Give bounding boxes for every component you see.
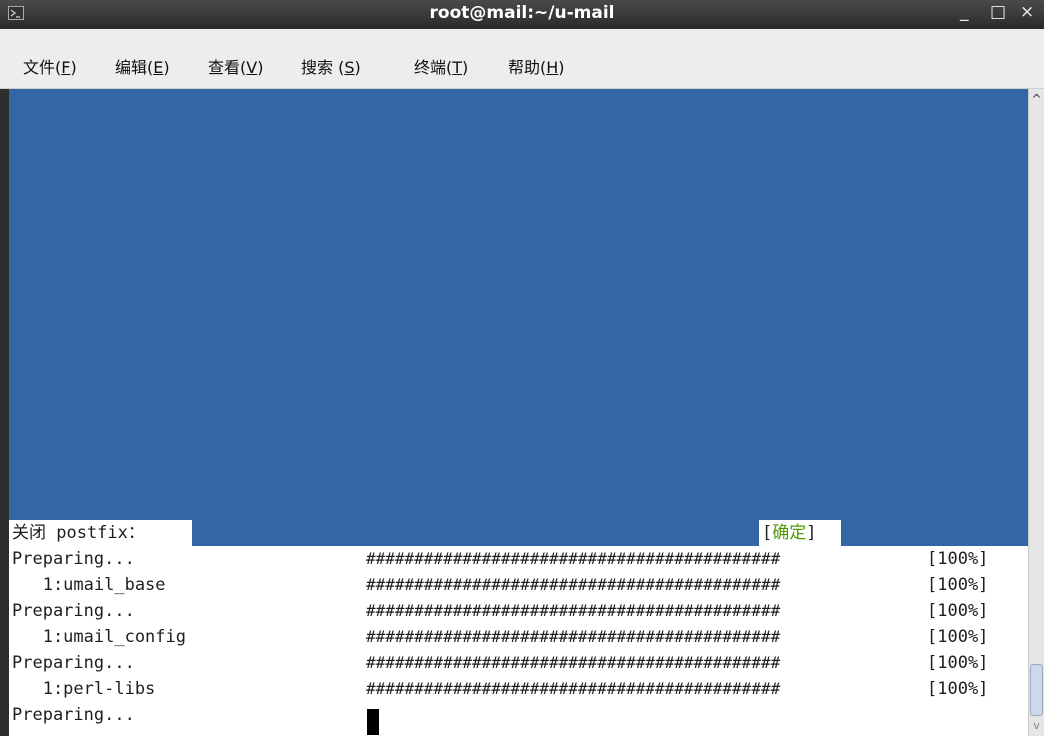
progress-hashes: ########################################… <box>366 601 781 620</box>
terminal-line: 1:perl-libs <box>12 679 156 699</box>
status-ok: [确定] <box>759 520 841 546</box>
terminal-line: 1:umail_config <box>12 627 186 647</box>
window-title: root@mail:~/u-mail <box>429 3 615 23</box>
progress-percent: [100%] <box>927 601 989 621</box>
terminal-line: Preparing... <box>12 653 135 673</box>
status-label: 关闭 postfix： <box>9 520 192 546</box>
title-bar[interactable]: root@mail:~/u-mail _ □ × <box>0 0 1044 29</box>
terminal-line: Preparing... <box>12 705 135 725</box>
close-button[interactable]: × <box>1020 2 1034 22</box>
progress-hashes: ########################################… <box>366 575 781 594</box>
progress-hashes: ########################################… <box>366 679 781 698</box>
terminal-line: Preparing... <box>12 601 135 621</box>
progress-percent: [100%] <box>927 549 989 569</box>
progress-percent: [100%] <box>927 653 989 673</box>
progress-percent: [100%] <box>927 679 989 699</box>
progress-percent: [100%] <box>927 627 989 647</box>
vertical-scrollbar[interactable]: ^ v <box>1028 89 1044 736</box>
terminal-cursor <box>367 709 379 735</box>
minimize-button[interactable]: _ <box>960 2 969 22</box>
progress-hashes: ########################################… <box>366 653 781 672</box>
progress-hashes: ########################################… <box>366 627 781 646</box>
scroll-up-icon[interactable]: ^ <box>1029 91 1044 107</box>
menu-terminal[interactable]: 终端(T) <box>414 54 468 78</box>
menu-file[interactable]: 文件(F) <box>23 54 77 78</box>
menu-view[interactable]: 查看(V) <box>208 54 263 78</box>
progress-percent: [100%] <box>927 575 989 595</box>
menu-help[interactable]: 帮助(H) <box>508 54 565 78</box>
terminal-area[interactable]: 关闭 postfix： [确定] Preparing... ##########… <box>9 89 1028 736</box>
progress-hashes: ########################################… <box>366 549 781 568</box>
terminal-line: Preparing... <box>12 549 135 569</box>
terminal-line: 1:umail_base <box>12 575 166 595</box>
menu-search[interactable]: 搜索 (S) <box>301 54 361 78</box>
menu-bar: 文件(F) 编辑(E) 查看(V) 搜索 (S) 终端(T) 帮助(H) <box>0 29 1044 89</box>
menu-edit[interactable]: 编辑(E) <box>115 54 170 78</box>
scrollbar-thumb[interactable] <box>1030 664 1043 716</box>
status-line: 关闭 postfix： [确定] <box>9 520 1028 546</box>
terminal-blue-region <box>9 89 1028 544</box>
scroll-down-icon[interactable]: v <box>1029 718 1044 734</box>
maximize-button[interactable]: □ <box>990 2 1006 22</box>
